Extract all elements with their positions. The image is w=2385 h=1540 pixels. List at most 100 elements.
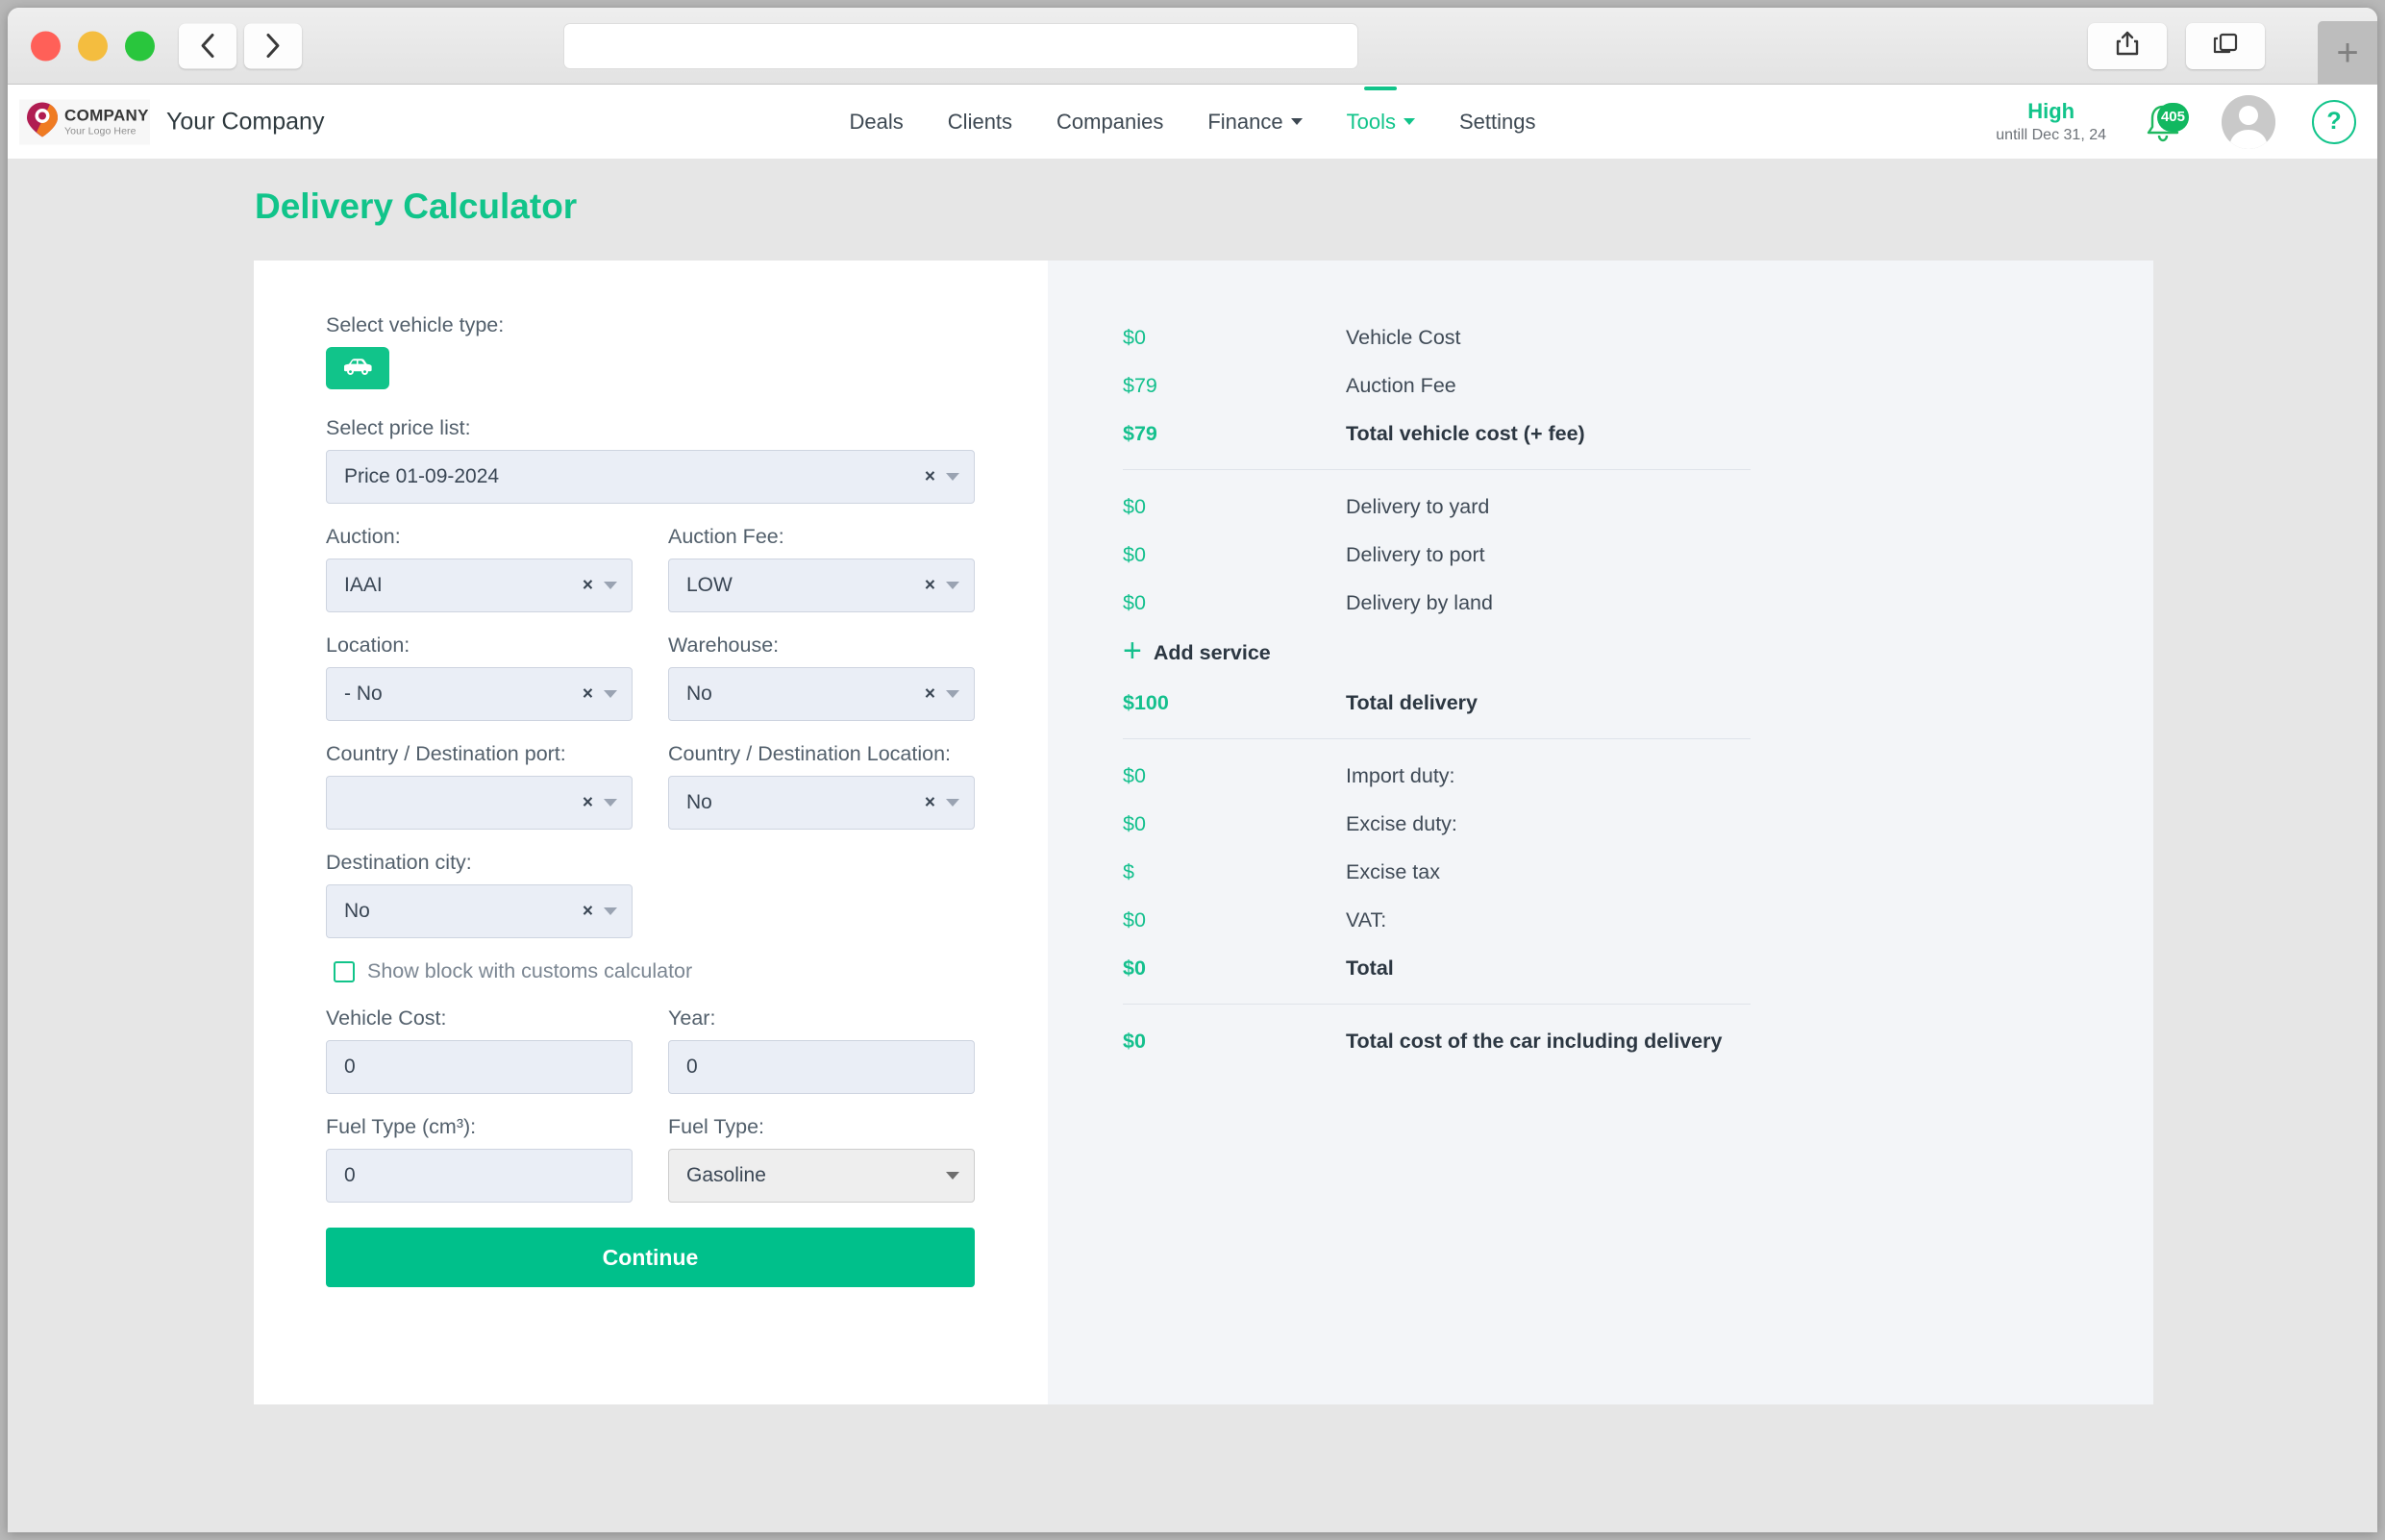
plus-icon: + [1123, 633, 1142, 669]
year-label: Year: [668, 1006, 716, 1030]
summary-row-import-duty: $0 Import duty: [1123, 752, 2153, 800]
auction-fee-select[interactable]: LOW × [668, 559, 975, 612]
help-button[interactable]: ? [2312, 99, 2356, 144]
clear-icon[interactable]: × [583, 794, 593, 812]
year-group: Year: [668, 1006, 975, 1094]
vehicle-cost-label: Vehicle Cost: [326, 1006, 447, 1030]
summary-label: Import duty: [1346, 763, 1455, 787]
share-button[interactable] [2088, 22, 2167, 69]
engine-volume-field[interactable] [326, 1149, 633, 1203]
fuel-type-label: Fuel Type: [668, 1115, 764, 1138]
customs-calculator-label: Show block with customs calculator [367, 959, 693, 982]
forward-button[interactable] [244, 23, 302, 68]
auction-row: Auction: IAAI × Auction Fee: LOW × [326, 525, 1048, 612]
summary-row-grand-total: $0 Total cost of the car including deliv… [1123, 1017, 2153, 1065]
price-list-select[interactable]: Price 01-09-2024 × [326, 450, 975, 504]
destination-port-select[interactable]: × [326, 776, 633, 830]
summary-label: Auction Fee [1346, 373, 1456, 397]
nav-item-companies[interactable]: Companies [1055, 104, 1165, 140]
company-logo: COMPANY Your Logo Here [19, 99, 150, 144]
subscription-status[interactable]: High untill Dec 31, 24 [1996, 99, 2106, 145]
chevron-down-icon [946, 582, 959, 589]
location-select[interactable]: - No × [326, 667, 633, 721]
address-bar[interactable] [563, 22, 1358, 69]
chevron-down-icon [1290, 118, 1303, 125]
destination-city-value: No [344, 900, 370, 922]
engine-volume-input[interactable] [344, 1164, 614, 1187]
divider [1123, 469, 1751, 470]
add-service-button[interactable]: + Add service [1123, 627, 2153, 679]
nav-item-finance[interactable]: Finance [1205, 104, 1304, 140]
destination-city-label: Destination city: [326, 851, 472, 874]
summary-label: Delivery to yard [1346, 494, 1490, 518]
destination-city-select[interactable]: No × [326, 884, 633, 938]
customs-calculator-checkbox-row[interactable]: Show block with customs calculator [334, 959, 1048, 983]
summary-row-total: $0 Total [1123, 944, 2153, 992]
chevron-down-icon [604, 582, 617, 589]
nav-label: Clients [947, 109, 1013, 134]
year-input[interactable] [686, 1056, 956, 1079]
vehicle-cost-input[interactable] [344, 1056, 614, 1079]
summary-row-delivery-by-land: $0 Delivery by land [1123, 579, 2153, 627]
chevron-down-icon [946, 690, 959, 698]
summary-label: Excise duty: [1346, 811, 1457, 835]
notifications-button[interactable]: 405 [2143, 101, 2189, 143]
summary-row-auction-fee: $79 Auction Fee [1123, 361, 2153, 410]
url-input[interactable] [564, 23, 1357, 68]
clear-icon[interactable]: × [925, 794, 935, 812]
summary-amount: $0 [1123, 907, 1146, 931]
tab-overview-button[interactable] [2186, 22, 2265, 69]
browser-titlebar: + [8, 8, 2377, 85]
clear-icon[interactable]: × [925, 577, 935, 595]
auction-fee-label: Auction Fee: [668, 525, 784, 548]
clear-icon[interactable]: × [583, 903, 593, 921]
maximize-window-button[interactable] [125, 31, 155, 61]
new-tab-button[interactable]: + [2318, 21, 2377, 85]
divider [1123, 738, 1751, 739]
chevron-down-icon [946, 473, 959, 481]
plan-name: High [2027, 98, 2075, 123]
summary-amount: $0 [1123, 1029, 1146, 1053]
nav-label: Tools [1346, 109, 1396, 134]
back-button[interactable] [179, 23, 236, 68]
clear-icon[interactable]: × [925, 468, 935, 486]
destination-location-select[interactable]: No × [668, 776, 975, 830]
brand[interactable]: COMPANY Your Logo Here Your Company [19, 99, 324, 144]
nav-item-clients[interactable]: Clients [946, 104, 1014, 140]
logo-subtitle: Your Logo Here [64, 125, 137, 137]
nav-item-settings[interactable]: Settings [1457, 104, 1538, 140]
clear-icon[interactable]: × [925, 685, 935, 704]
chevron-left-icon [198, 32, 217, 61]
pin-logo-icon [25, 100, 60, 143]
nav-item-deals[interactable]: Deals [848, 104, 906, 140]
warehouse-select[interactable]: No × [668, 667, 975, 721]
summary-row-delivery-to-port: $0 Delivery to port [1123, 531, 2153, 579]
chevron-right-icon [263, 32, 283, 61]
auction-select[interactable]: IAAI × [326, 559, 633, 612]
auction-fee-value: LOW [686, 574, 733, 596]
vehicle-cost-field[interactable] [326, 1040, 633, 1094]
nav-item-tools[interactable]: Tools [1345, 104, 1417, 140]
summary-amount: $0 [1123, 590, 1146, 614]
vehicle-type-car-button[interactable] [326, 347, 389, 389]
year-field[interactable] [668, 1040, 975, 1094]
engine-volume-label: Fuel Type (cm³): [326, 1115, 477, 1138]
destination-city-row: Destination city: No × [326, 851, 1048, 938]
summary-row-total-delivery: $100 Total delivery [1123, 679, 2153, 727]
browser-toolbar-buttons [2088, 22, 2265, 69]
destination-city-group: Destination city: No × [326, 851, 633, 938]
minimize-window-button[interactable] [78, 31, 108, 61]
clear-icon[interactable]: × [583, 685, 593, 704]
summary-label: Total cost of the car including delivery [1346, 1029, 1723, 1053]
avatar[interactable] [2222, 94, 2275, 149]
location-value: - No [344, 683, 383, 705]
continue-button[interactable]: Continue [326, 1228, 975, 1287]
nav-label: Finance [1207, 109, 1283, 134]
fuel-type-select[interactable]: Gasoline [668, 1149, 975, 1203]
close-window-button[interactable] [31, 31, 61, 61]
checkbox-icon[interactable] [334, 960, 355, 982]
clear-icon[interactable]: × [583, 577, 593, 595]
summary-label: Vehicle Cost [1346, 325, 1461, 349]
plan-expiry: untill Dec 31, 24 [1996, 127, 2106, 144]
location-row: Location: - No × Warehouse: No × [326, 633, 1048, 721]
